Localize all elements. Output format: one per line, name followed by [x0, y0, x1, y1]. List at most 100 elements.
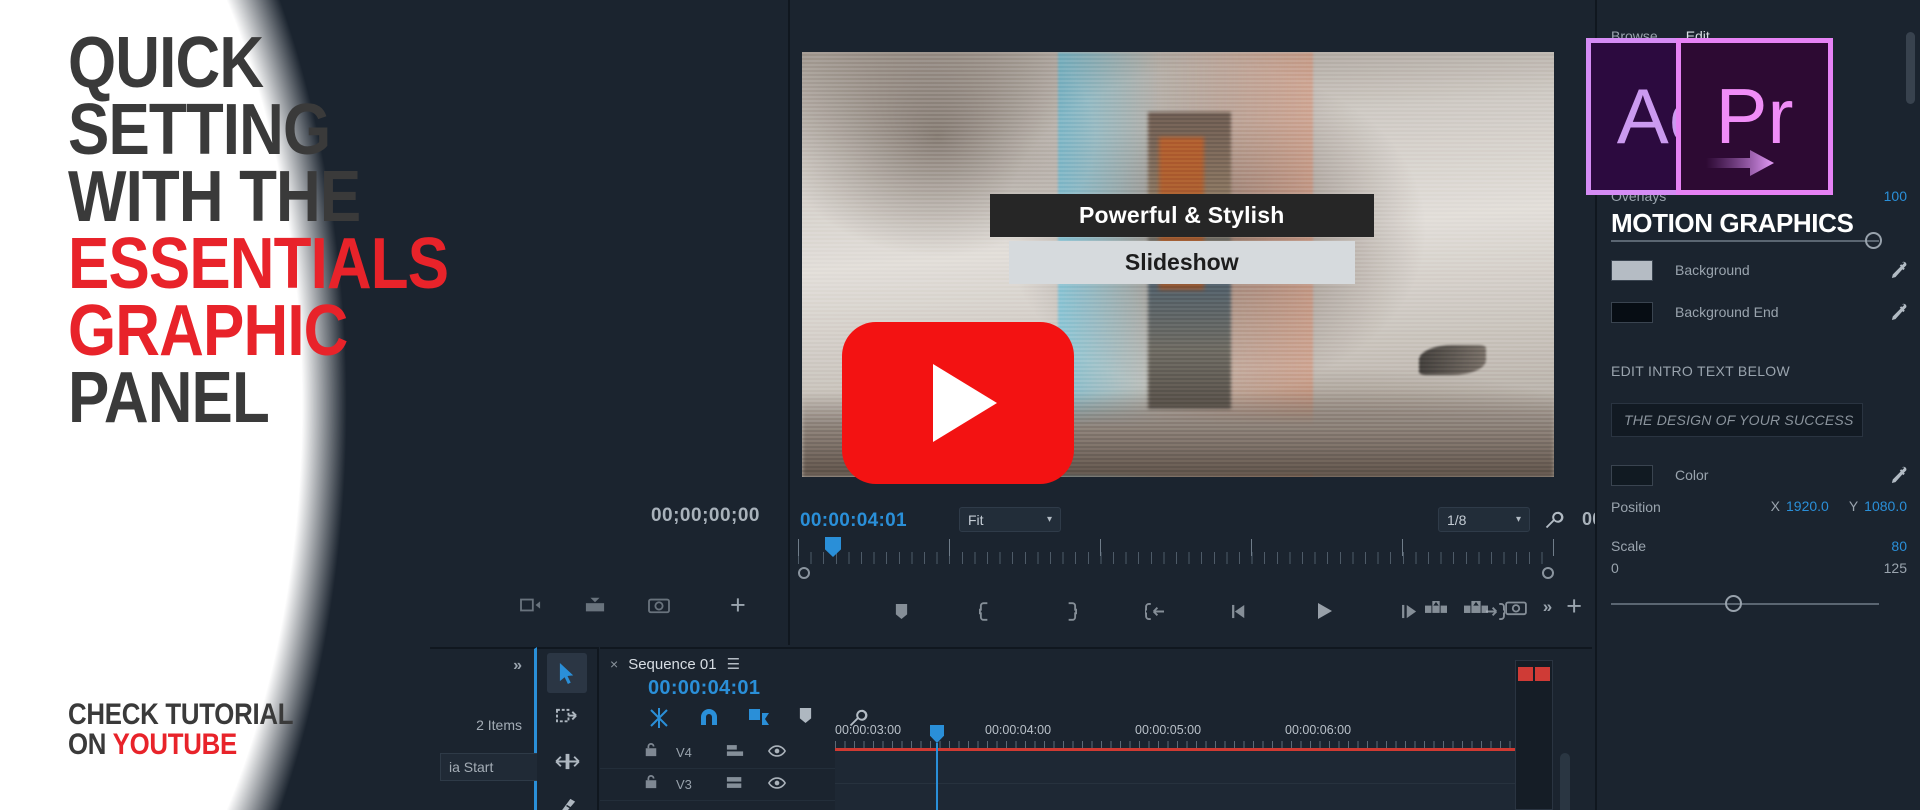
intro-text-input[interactable]: THE DESIGN OF YOUR SUCCESS	[1611, 403, 1863, 437]
overlays-slider-knob[interactable]	[1865, 232, 1882, 249]
track-name: V3	[676, 777, 692, 792]
audio-meter-left-peak	[1518, 667, 1533, 681]
headline-line-3: WITH THE	[68, 156, 361, 237]
scroll-handle-right[interactable]	[1542, 567, 1554, 579]
subheadline-line-1: CHECK TUTORIAL	[68, 698, 294, 731]
headline-line-2: SETTING	[68, 89, 331, 170]
wrench-icon[interactable]	[1544, 509, 1564, 531]
promo-subheadline: CHECK TUTORIAL ON YOUTUBE	[68, 700, 468, 760]
color-swatch[interactable]	[1611, 301, 1653, 323]
timeline-vertical-scrollbar[interactable]	[1560, 753, 1570, 810]
mark-out-icon[interactable]	[1058, 598, 1084, 624]
add-marker-icon[interactable]	[798, 707, 820, 729]
lift-icon[interactable]	[1423, 594, 1449, 620]
go-to-in-icon[interactable]	[1143, 598, 1169, 624]
export-frame-icon[interactable]	[1503, 594, 1529, 620]
swatch-row-background-end[interactable]: Background End	[1611, 300, 1907, 324]
ruler-label: 00:00:05:00	[1135, 723, 1202, 737]
extract-icon[interactable]	[1463, 594, 1489, 620]
chevron-down-icon: ▾	[1046, 514, 1052, 525]
eye-icon[interactable]	[767, 776, 788, 794]
eyedropper-icon[interactable]	[1891, 466, 1907, 484]
track-sync-icon[interactable]	[726, 775, 746, 795]
position-y-axis-label: Y	[1848, 498, 1859, 514]
sequence-name: Sequence 01	[628, 655, 717, 673]
program-scroll-strip[interactable]	[798, 567, 1554, 579]
swatch-label: Color	[1675, 467, 1709, 483]
audio-meter-right-peak	[1535, 667, 1550, 681]
source-add-button[interactable]: +	[730, 592, 746, 619]
playback-resolution-select[interactable]: 1/8 ▾	[1438, 507, 1530, 532]
subheadline-prefix: ON	[68, 728, 113, 761]
position-y-value[interactable]: 1080.0	[1864, 498, 1907, 514]
scale-row: Scale 80	[1611, 538, 1907, 554]
overlays-value[interactable]: 100	[1884, 188, 1907, 204]
step-back-icon[interactable]	[1227, 598, 1253, 624]
eyedropper-icon[interactable]	[1891, 261, 1907, 279]
program-add-button[interactable]: +	[1566, 593, 1582, 620]
program-ruler-majors	[798, 539, 1554, 563]
headline-line-6: PANEL	[68, 357, 270, 438]
position-row: Position X 1920.0 Y 1080.0	[1611, 498, 1907, 516]
timeline-panel: × Sequence 01 ☰ 00:00:04:01 V4 V3 00:00:…	[600, 647, 1592, 810]
audio-meter[interactable]	[1515, 660, 1553, 810]
timeline-playhead-line	[936, 743, 938, 810]
play-icon[interactable]	[1312, 598, 1338, 624]
hamburger-icon[interactable]: ☰	[727, 655, 740, 673]
track-sync-icon[interactable]	[726, 743, 746, 763]
lock-open-icon[interactable]	[644, 742, 662, 763]
marker-sync-icon[interactable]	[748, 707, 770, 729]
swatch-label: Background	[1675, 262, 1750, 278]
double-chevron-icon[interactable]: »	[1543, 597, 1552, 617]
scale-value[interactable]: 80	[1891, 538, 1907, 554]
overlay-title-line1-text: Powerful & Stylish	[1078, 202, 1285, 229]
overlays-slider-track[interactable]	[1611, 240, 1879, 242]
subheadline-line-2: ON YOUTUBE	[68, 730, 412, 760]
timeline-track-area[interactable]	[835, 751, 1535, 810]
source-timecode: 00;00;00;00	[650, 505, 760, 526]
program-current-timecode[interactable]: 00:00:04:01	[800, 510, 907, 532]
sequence-tab[interactable]: × Sequence 01 ☰	[600, 649, 740, 679]
scale-slider-knob[interactable]	[1725, 595, 1742, 612]
step-forward-icon[interactable]	[1397, 598, 1423, 624]
timeline-timecode[interactable]: 00:00:04:01	[648, 677, 760, 700]
linked-selection-icon[interactable]	[648, 707, 670, 729]
play-triangle	[933, 364, 997, 442]
swatch-row-background[interactable]: Background	[1611, 258, 1907, 282]
overlay-title-line2-text: Slideshow	[1124, 248, 1239, 275]
scale-label: Scale	[1611, 538, 1647, 554]
add-marker-icon[interactable]	[888, 598, 914, 624]
scroll-handle-left[interactable]	[798, 567, 810, 579]
close-icon[interactable]: ×	[610, 656, 618, 672]
position-x-value[interactable]: 1920.0	[1786, 498, 1829, 514]
scale-min: 0	[1611, 560, 1619, 576]
color-swatch[interactable]	[1611, 464, 1653, 486]
export-frame-icon[interactable]	[584, 595, 606, 615]
youtube-play-icon[interactable]	[842, 322, 1074, 484]
program-monitor-controls: 00:00:04:01 Fit ▾ 1/8 ▾ 00:01:05:00	[792, 497, 1683, 645]
scale-max: 125	[1883, 560, 1907, 576]
lock-open-icon[interactable]	[644, 774, 662, 795]
ruler-label: 00:00:04:00	[985, 723, 1052, 737]
eyedropper-icon[interactable]	[1891, 303, 1907, 321]
snap-magnet-icon[interactable]	[698, 707, 720, 729]
position-label: Position	[1611, 499, 1661, 515]
color-swatch[interactable]	[1611, 259, 1653, 281]
swatch-row-color[interactable]: Color	[1611, 463, 1907, 487]
ruler-label: 00:00:03:00	[835, 723, 902, 737]
intro-text-label: EDIT INTRO TEXT BELOW	[1611, 363, 1790, 379]
ruler-label: 00:00:06:00	[1285, 723, 1352, 737]
chevron-down-icon: ▾	[1515, 514, 1521, 525]
transport-controls	[888, 594, 1508, 628]
mark-in-icon[interactable]	[973, 598, 999, 624]
screenshot-root: 00;00;00;00 + Powerful & Stylish Slidesh…	[0, 0, 1920, 810]
zoom-level-select[interactable]: Fit ▾	[959, 507, 1061, 532]
intro-text-value: THE DESIGN OF YOUR SUCCESS	[1624, 412, 1854, 428]
eye-icon[interactable]	[767, 744, 788, 762]
render-bar	[835, 748, 1535, 751]
zoom-level-value: Fit	[968, 511, 984, 528]
overlay-title-line2: Slideshow	[1008, 241, 1355, 284]
scale-slider-track[interactable]	[1611, 603, 1879, 605]
scale-range-row: 0 125	[1611, 560, 1907, 576]
camera-icon[interactable]	[648, 595, 670, 615]
